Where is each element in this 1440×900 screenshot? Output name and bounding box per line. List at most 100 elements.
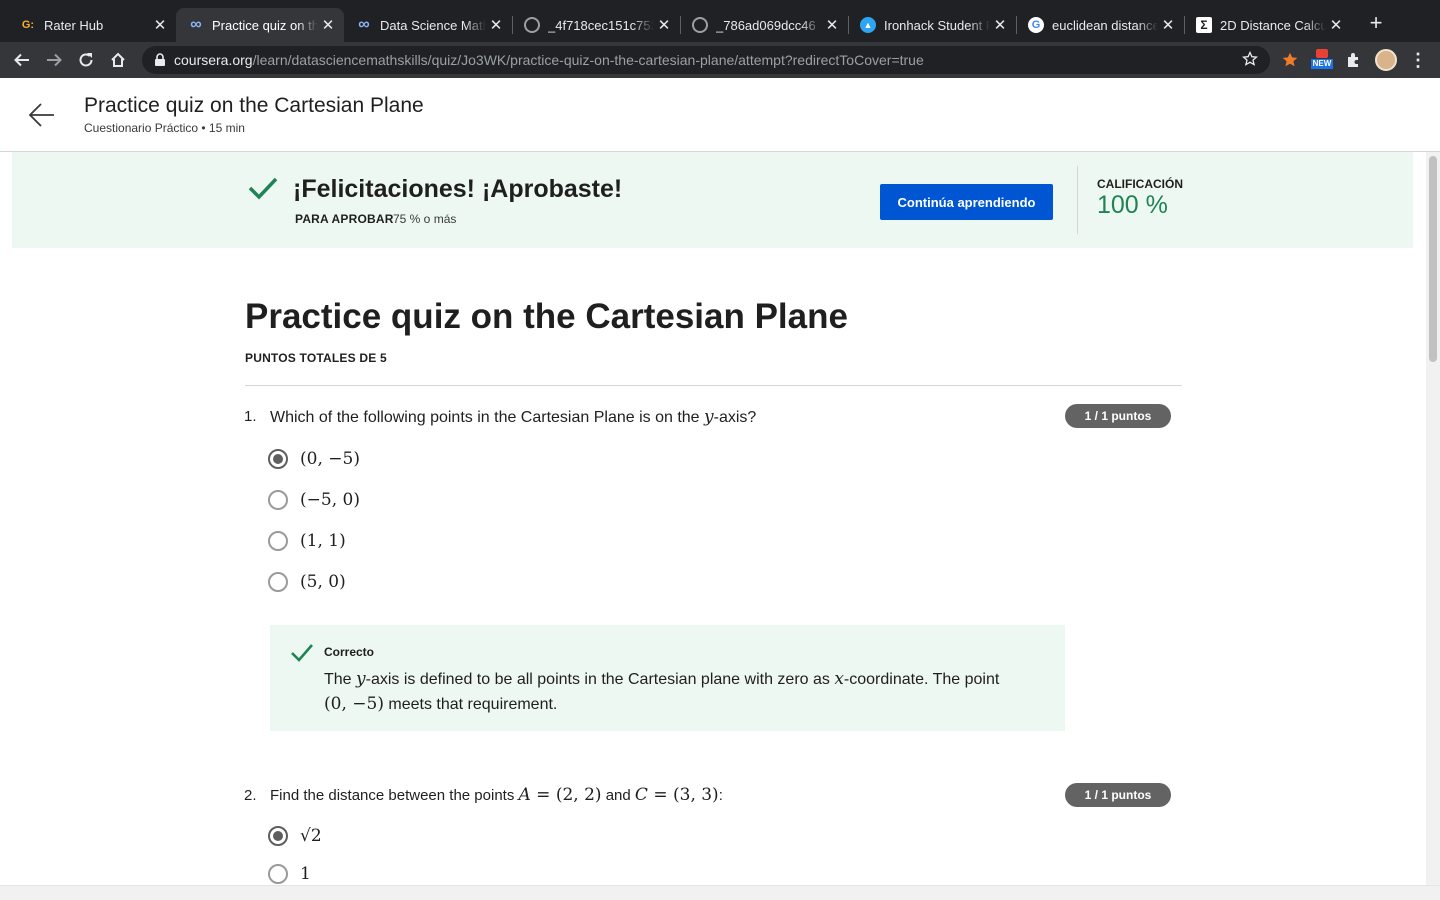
browser-menu-button[interactable]: ⋮ bbox=[1407, 49, 1429, 71]
answer-label: (1, 1) bbox=[300, 531, 346, 551]
tab-title: 2D Distance Calculator bbox=[1220, 17, 1326, 33]
radio-button[interactable] bbox=[268, 572, 288, 592]
feedback-text-part: -axis is defined to be all points in the… bbox=[365, 671, 835, 688]
close-icon[interactable]: ✕ bbox=[150, 16, 170, 34]
radio-button[interactable] bbox=[268, 531, 288, 551]
profile-button[interactable] bbox=[1375, 49, 1397, 71]
back-arrow-icon[interactable] bbox=[28, 102, 56, 128]
tab-practice-quiz[interactable]: ∞ Practice quiz on the Cartesian Plane ✕ bbox=[176, 8, 344, 42]
answer-option[interactable]: (0, −5) bbox=[268, 445, 360, 473]
globe-icon bbox=[692, 17, 708, 33]
kebab-menu-icon: ⋮ bbox=[1409, 50, 1427, 70]
page-title: Practice quiz on the Cartesian Plane bbox=[84, 94, 424, 117]
page-subtitle: Cuestionario Práctico • 15 min bbox=[84, 121, 245, 135]
extensions-button[interactable] bbox=[1343, 49, 1365, 71]
math-variable: x bbox=[834, 669, 844, 689]
tab-title: euclidean distance bbox=[1052, 17, 1158, 33]
tab-title: Data Science Math Skills bbox=[380, 17, 486, 33]
pass-threshold-label: PARA APROBAR bbox=[295, 212, 394, 226]
question-text-part: and bbox=[601, 787, 635, 804]
url-path: /learn/datasciencemathskills/quiz/Jo3WK/… bbox=[252, 52, 924, 68]
tab-title: Rater Hub bbox=[44, 17, 104, 33]
browser-tab-strip: G: Rater Hub ✕ ∞ Practice quiz on the Ca… bbox=[0, 0, 1440, 42]
radio-button[interactable] bbox=[268, 449, 288, 469]
coursera-infinity-icon: ∞ bbox=[190, 16, 202, 33]
url-text: coursera.org/learn/datasciencemathskills… bbox=[174, 52, 924, 68]
math-expression: = (3, 3) bbox=[647, 785, 719, 805]
tab-title: _786ad069dcc46 bbox=[716, 17, 816, 33]
reload-button[interactable] bbox=[74, 48, 98, 72]
points-badge: 1 / 1 puntos bbox=[1065, 404, 1171, 428]
forward-button[interactable] bbox=[42, 48, 66, 72]
orange-star-icon bbox=[1282, 52, 1298, 67]
checkmark-icon bbox=[291, 644, 313, 662]
close-icon[interactable]: ✕ bbox=[822, 16, 842, 34]
radio-button[interactable] bbox=[268, 864, 288, 884]
question-text: Which of the following points in the Car… bbox=[270, 407, 756, 427]
quiz-title: Practice quiz on the Cartesian Plane bbox=[245, 297, 848, 336]
answer-label: 1 bbox=[300, 864, 311, 884]
question-text-part: Which of the following points in the Car… bbox=[270, 409, 705, 426]
feedback-text-part: meets that requirement. bbox=[383, 696, 558, 713]
tab-rater-hub[interactable]: G: Rater Hub ✕ bbox=[8, 8, 176, 42]
arrow-right-icon bbox=[47, 53, 62, 67]
avatar bbox=[1375, 49, 1397, 71]
scrollbar-thumb[interactable] bbox=[1429, 156, 1437, 362]
back-button[interactable] bbox=[10, 48, 34, 72]
close-icon[interactable]: ✕ bbox=[318, 16, 338, 34]
url-domain: coursera.org bbox=[174, 52, 253, 68]
tab-title: Practice quiz on the Cartesian Plane bbox=[212, 17, 318, 33]
tab-4f718[interactable]: _4f718cec151c753 ✕ bbox=[512, 8, 680, 42]
tab-data-science-math[interactable]: ∞ Data Science Math Skills ✕ bbox=[344, 8, 512, 42]
pass-threshold-value: 75 % o más bbox=[393, 212, 457, 226]
close-icon[interactable]: ✕ bbox=[1158, 16, 1178, 34]
tab-2d-distance-calculator[interactable]: Σ 2D Distance Calculator ✕ bbox=[1184, 8, 1352, 42]
close-icon[interactable]: ✕ bbox=[990, 16, 1010, 34]
address-bar[interactable]: coursera.org/learn/datasciencemathskills… bbox=[142, 46, 1270, 74]
feedback-text-part: -coordinate. The point bbox=[843, 671, 1000, 688]
radio-button[interactable] bbox=[268, 490, 288, 510]
feedback-text-part: The bbox=[324, 671, 357, 688]
feedback-text: The y-axis is defined to be all points i… bbox=[324, 667, 1044, 717]
gift-icon bbox=[1316, 49, 1328, 58]
points-badge: 1 / 1 puntos bbox=[1065, 783, 1171, 807]
close-icon[interactable]: ✕ bbox=[486, 16, 506, 34]
google-icon: G bbox=[1028, 17, 1044, 33]
new-tab-button[interactable]: + bbox=[1364, 12, 1388, 36]
browser-toolbar: coursera.org/learn/datasciencemathskills… bbox=[0, 42, 1440, 78]
question-number: 2. bbox=[244, 787, 257, 804]
vertical-scrollbar[interactable] bbox=[1426, 152, 1440, 885]
radio-button[interactable] bbox=[268, 826, 288, 846]
tab-786ad[interactable]: _786ad069dcc46 ✕ bbox=[680, 8, 848, 42]
ironhack-icon: ▲ bbox=[860, 17, 876, 33]
total-points-label: PUNTOS TOTALES DE 5 bbox=[245, 351, 387, 365]
answer-option[interactable]: 1 bbox=[268, 860, 311, 885]
close-icon[interactable]: ✕ bbox=[654, 16, 674, 34]
pass-message: ¡Felicitaciones! ¡Aprobaste! bbox=[293, 175, 623, 203]
question-text: Find the distance between the points A =… bbox=[270, 785, 723, 805]
tab-euclidean-distance[interactable]: G euclidean distance ✕ bbox=[1016, 8, 1184, 42]
question-text-part: Find the distance between the points bbox=[270, 787, 519, 804]
tab-title: Ironhack Student Portal bbox=[884, 17, 990, 33]
feedback-label: Correcto bbox=[324, 645, 375, 659]
close-icon[interactable]: ✕ bbox=[1326, 16, 1346, 34]
tab-ironhack[interactable]: ▲ Ironhack Student Portal ✕ bbox=[848, 8, 1016, 42]
home-button[interactable] bbox=[106, 48, 130, 72]
result-banner: ¡Felicitaciones! ¡Aprobaste! PARA APROBA… bbox=[12, 152, 1413, 248]
extension-new-button[interactable]: NEW bbox=[1309, 49, 1335, 71]
feedback-box: Correcto The y-axis is defined to be all… bbox=[270, 625, 1065, 731]
extension-star-button[interactable] bbox=[1279, 49, 1301, 71]
horizontal-scrollbar[interactable] bbox=[0, 885, 1440, 900]
question-text-part: : bbox=[718, 787, 723, 804]
continue-learning-button[interactable]: Continúa aprendiendo bbox=[880, 184, 1053, 220]
answer-option[interactable]: (−5, 0) bbox=[268, 486, 360, 514]
answer-option[interactable]: √2 bbox=[268, 822, 322, 850]
checkmark-icon bbox=[248, 177, 278, 200]
bookmark-star-icon[interactable] bbox=[1242, 51, 1258, 67]
globe-icon bbox=[524, 17, 540, 33]
answer-option[interactable]: (5, 0) bbox=[268, 568, 346, 596]
divider bbox=[245, 385, 1182, 386]
answer-option[interactable]: (1, 1) bbox=[268, 527, 346, 555]
answer-label: (0, −5) bbox=[300, 449, 360, 469]
question-number: 1. bbox=[244, 408, 257, 425]
